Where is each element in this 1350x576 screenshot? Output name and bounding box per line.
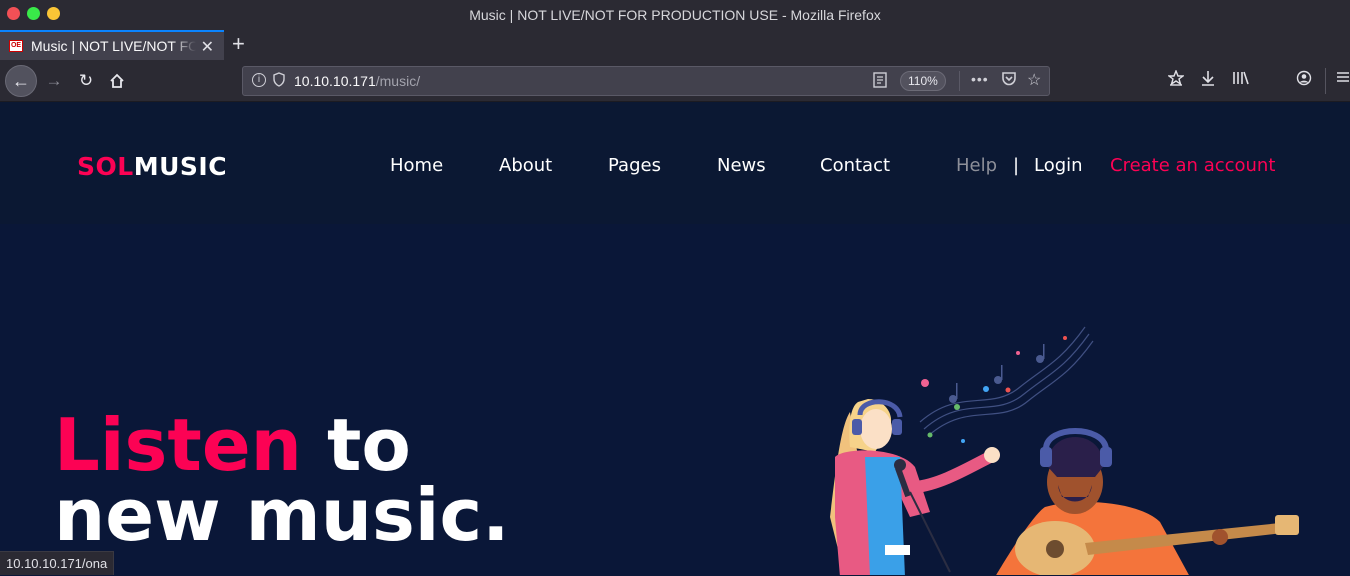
url-path: /music/ [375, 73, 421, 89]
hamburger-menu-icon[interactable] [1336, 70, 1350, 88]
toolbar-divider [1325, 68, 1326, 94]
address-bar[interactable]: i 10.10.10.171/music/ 110% ••• ☆ [242, 66, 1050, 96]
hero-heading-line2: new music. [54, 473, 510, 557]
site-favicon-icon: OE [9, 40, 23, 52]
site-logo[interactable]: SOLMUSIC [77, 152, 227, 181]
hero-heading: Listen to new music. [54, 409, 510, 557]
navigation-toolbar: ← → ↻ i 10.10.10.171/music/ 110% ••• ☆ u… [0, 60, 1350, 150]
bookmark-star-icon[interactable]: ☆ [1027, 70, 1041, 90]
url-host: 10.10.10.171 [294, 73, 376, 89]
nav-news-link[interactable]: News [717, 155, 766, 176]
nav-about-link[interactable]: About [499, 155, 552, 176]
logo-main-text: MUSIC [133, 152, 228, 181]
url-divider [959, 71, 960, 91]
account-icon[interactable] [1296, 70, 1312, 90]
reader-view-icon[interactable] [873, 72, 887, 91]
web-page: SOLMUSIC Home About Pages News Contact H… [0, 102, 1350, 575]
tracking-protection-shield-icon[interactable] [273, 72, 285, 90]
guitarist-figure [996, 428, 1299, 575]
window-titlebar: Music | NOT LIVE/NOT FOR PRODUCTION USE … [0, 0, 1350, 30]
url-text[interactable]: 10.10.10.171/music/ [294, 73, 420, 89]
note-glyphs [949, 344, 1045, 403]
hero-musicians-illustration [830, 326, 1299, 575]
site-info-icon[interactable]: i [252, 73, 266, 87]
forward-button[interactable]: → [40, 67, 68, 95]
tab-strip: OE Music | NOT LIVE/NOT FOR PRODUCTION U… [0, 30, 1350, 60]
login-link[interactable]: Login [1034, 155, 1083, 176]
music-dots [921, 336, 1067, 443]
create-account-link[interactable]: Create an account [1110, 155, 1275, 176]
singer-figure [830, 399, 1000, 575]
music-notes-decoration [919, 326, 1094, 437]
tab-music[interactable]: OE Music | NOT LIVE/NOT FOR PRODUCTION U… [0, 30, 224, 60]
nav-home-link[interactable]: Home [390, 155, 443, 176]
zoom-level-indicator[interactable]: 110% [900, 71, 946, 91]
page-actions-more-icon[interactable]: ••• [971, 71, 989, 87]
link-status-bar: 10.10.10.171/ona [0, 551, 115, 575]
pocket-icon[interactable] [1001, 71, 1017, 89]
downloads-icon[interactable] [1200, 70, 1216, 90]
help-link[interactable]: Help [956, 155, 997, 176]
user-nav-separator: | [1013, 155, 1020, 176]
library-icon[interactable] [1232, 70, 1250, 90]
close-tab-icon[interactable]: ✕ [201, 37, 214, 57]
nav-contact-link[interactable]: Contact [820, 155, 890, 176]
site-header: SOLMUSIC Home About Pages News Contact H… [0, 102, 1350, 224]
window-title: Music | NOT LIVE/NOT FOR PRODUCTION USE … [469, 7, 881, 23]
back-button[interactable]: ← [5, 65, 37, 97]
logo-accent-text: SOL [77, 152, 134, 181]
home-icon [110, 73, 124, 88]
home-button[interactable] [103, 67, 131, 95]
reload-button[interactable]: ↻ [72, 67, 100, 95]
new-tab-button[interactable]: + [232, 32, 245, 56]
tab-label: Music | NOT LIVE/NOT FOR PRODUCTION USE [31, 38, 196, 54]
bookmarks-menu-icon[interactable] [1166, 69, 1186, 90]
nav-pages-link[interactable]: Pages [608, 155, 661, 176]
